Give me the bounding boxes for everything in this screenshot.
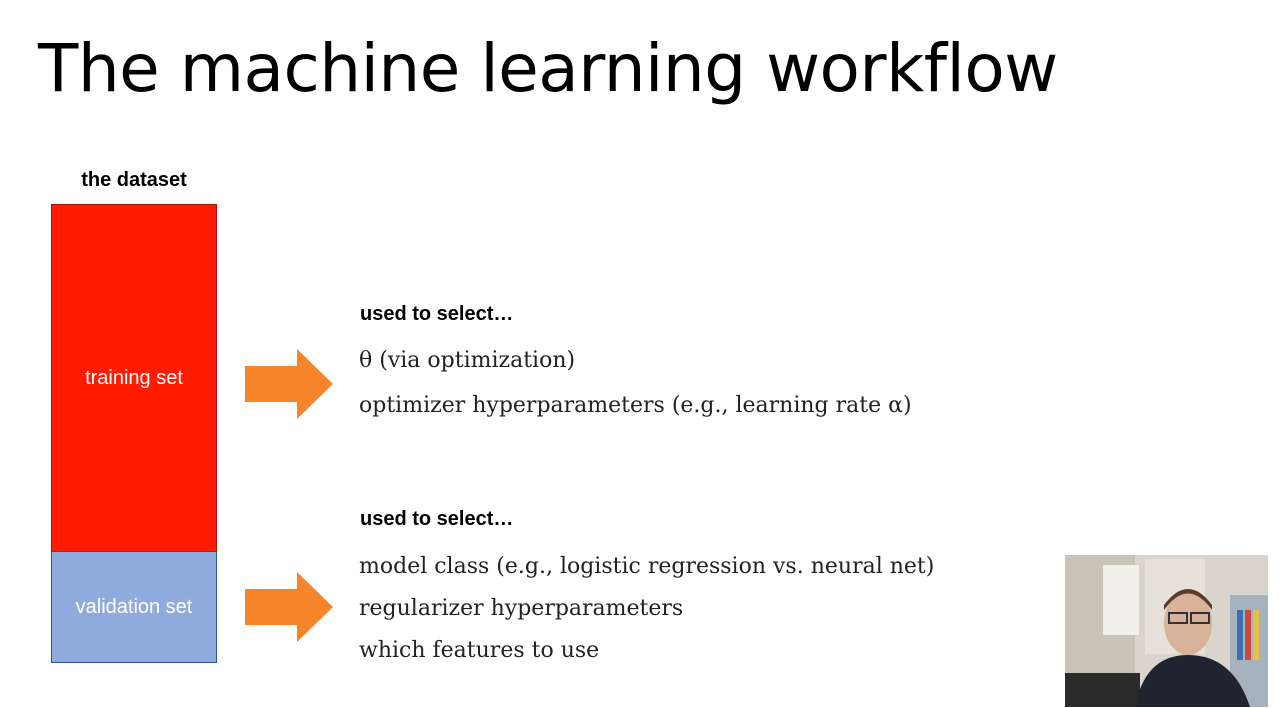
dataset-label: the dataset <box>81 169 187 191</box>
training-item-optimizer-hyperparameters: optimizer hyperparameters (e.g., learnin… <box>359 393 912 418</box>
training-item-theta: θ (via optimization) <box>359 348 576 373</box>
training-set-block: training set <box>51 204 217 552</box>
validation-used-to-select-label: used to select… <box>360 508 514 530</box>
validation-set-block: validation set <box>51 551 217 663</box>
presenter-webcam <box>1065 555 1268 707</box>
validation-set-label: validation set <box>75 595 193 618</box>
validation-arrow-icon <box>245 572 333 642</box>
training-arrow-icon <box>245 349 333 419</box>
validation-item-model-class: model class (e.g., logistic regression v… <box>359 554 935 579</box>
validation-item-features: which features to use <box>359 638 600 663</box>
validation-item-regularizer-hyperparameters: regularizer hyperparameters <box>359 596 684 621</box>
training-used-to-select-label: used to select… <box>360 303 514 325</box>
training-set-label: training set <box>85 366 183 389</box>
slide-title: The machine learning workflow <box>38 30 1058 107</box>
